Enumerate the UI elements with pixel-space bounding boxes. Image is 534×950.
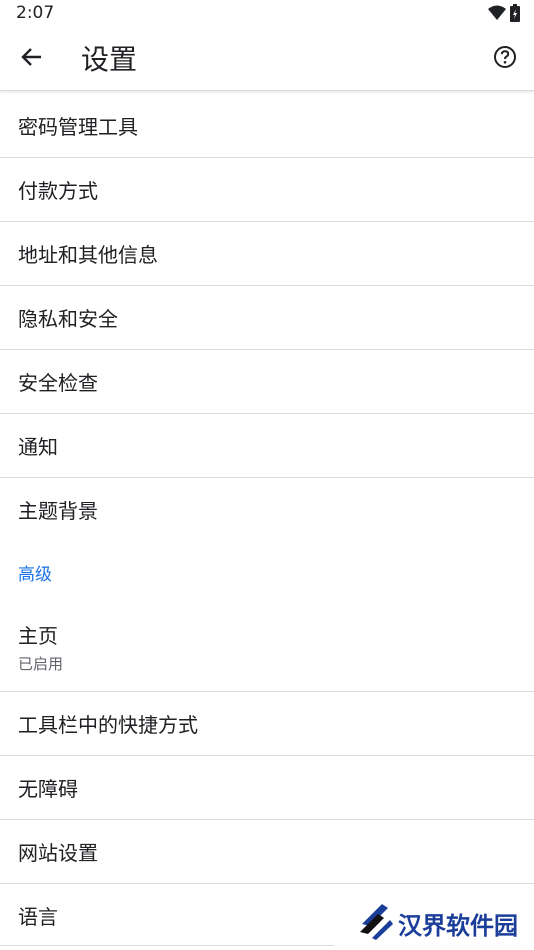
settings-item-toolbar-shortcut[interactable]: 工具栏中的快捷方式 bbox=[0, 692, 534, 756]
status-icons bbox=[488, 4, 520, 26]
settings-item-label: 地址和其他信息 bbox=[18, 243, 158, 267]
settings-item-theme[interactable]: 主题背景 bbox=[0, 478, 534, 541]
help-button[interactable] bbox=[487, 41, 523, 77]
settings-item-password-manager[interactable]: 密码管理工具 bbox=[0, 94, 534, 158]
settings-item-summary: 已启用 bbox=[18, 655, 64, 673]
settings-item-label: 工具栏中的快捷方式 bbox=[18, 713, 198, 737]
settings-item-homepage[interactable]: 主页 已启用 bbox=[0, 603, 534, 692]
divider bbox=[0, 945, 334, 946]
settings-item-site-settings[interactable]: 网站设置 bbox=[0, 820, 534, 884]
settings-item-label: 网站设置 bbox=[18, 841, 98, 865]
wifi-icon bbox=[488, 5, 506, 25]
watermark-text: 汉界软件园 bbox=[398, 911, 518, 940]
settings-item-label: 隐私和安全 bbox=[18, 307, 118, 331]
back-button[interactable] bbox=[14, 41, 50, 77]
section-header-advanced: 高级 bbox=[18, 564, 52, 585]
settings-item-label: 通知 bbox=[18, 435, 58, 459]
settings-item-notifications[interactable]: 通知 bbox=[0, 414, 534, 478]
settings-item-label: 主题背景 bbox=[18, 499, 98, 523]
watermark-logo-icon bbox=[358, 902, 394, 944]
page-title: 设置 bbox=[81, 43, 138, 76]
settings-item-addresses[interactable]: 地址和其他信息 bbox=[0, 222, 534, 286]
settings-item-label: 无障碍 bbox=[18, 777, 78, 801]
settings-item-privacy-security[interactable]: 隐私和安全 bbox=[0, 286, 534, 350]
settings-item-label: 主页 bbox=[18, 624, 58, 648]
arrow-back-icon bbox=[21, 46, 43, 72]
settings-list: 密码管理工具 付款方式 地址和其他信息 隐私和安全 安全检查 通知 主题背景 高… bbox=[0, 94, 534, 947]
settings-item-label: 安全检查 bbox=[18, 371, 98, 395]
status-time: 2:07 bbox=[16, 3, 55, 23]
status-bar: 2:07 bbox=[0, 0, 534, 28]
settings-item-accessibility[interactable]: 无障碍 bbox=[0, 756, 534, 820]
settings-item-label: 密码管理工具 bbox=[18, 115, 138, 139]
battery-icon bbox=[510, 4, 520, 26]
settings-item-safety-check[interactable]: 安全检查 bbox=[0, 350, 534, 414]
watermark: 汉界软件园 bbox=[358, 902, 518, 944]
help-circle-icon bbox=[493, 45, 517, 73]
app-bar: 设置 bbox=[0, 28, 534, 91]
settings-item-label: 付款方式 bbox=[18, 179, 98, 203]
settings-item-payment-methods[interactable]: 付款方式 bbox=[0, 158, 534, 222]
